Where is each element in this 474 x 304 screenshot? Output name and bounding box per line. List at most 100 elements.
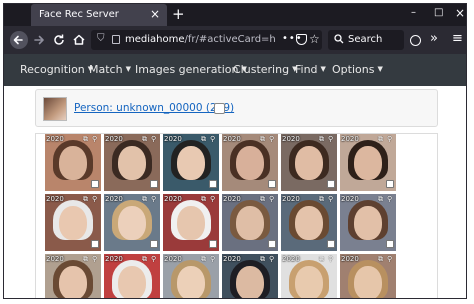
zoom-icon[interactable]: ⚲	[210, 195, 215, 203]
face-thumbnail[interactable]: 2020 ⧉ ⚲	[340, 254, 396, 298]
url-bar[interactable]: ⛉ mediahome/fr/#activeCard=headi ••• ☆	[91, 30, 322, 50]
nav-match[interactable]: Match ▼	[89, 63, 131, 76]
search-placeholder: Search	[348, 34, 383, 45]
person-avatar[interactable]	[43, 97, 67, 121]
face-thumbnail[interactable]: 2020 ⧉ ⚲	[104, 194, 160, 251]
zoom-icon[interactable]: ⚲	[387, 135, 392, 143]
zoom-icon[interactable]: ⚲	[328, 195, 333, 203]
account-icon[interactable]	[410, 35, 421, 46]
face-thumbnail[interactable]: 2020 ⧉ ⚲	[45, 194, 101, 251]
zoom-icon[interactable]: ⚲	[151, 255, 156, 263]
overflow-button[interactable]: »	[430, 31, 438, 46]
zoom-icon[interactable]: ⚲	[210, 135, 215, 143]
zoom-icon[interactable]: ⚲	[269, 195, 274, 203]
thumbnail-checkbox[interactable]	[386, 180, 394, 188]
thumbnail-checkbox[interactable]	[327, 240, 335, 248]
menu-button[interactable]: ≡	[452, 31, 463, 46]
zoom-icon[interactable]: ⚲	[328, 135, 333, 143]
person-select-checkbox[interactable]	[214, 103, 225, 114]
face-thumbnail[interactable]: 2020 ⧉ ⚲	[104, 134, 160, 191]
zoom-icon[interactable]: ⚲	[151, 195, 156, 203]
face-thumbnail[interactable]: 2020 ⧉ ⚲	[45, 254, 101, 298]
open-external-icon[interactable]: ⧉	[83, 195, 88, 204]
face-thumbnail[interactable]: 2020 ⧉ ⚲	[281, 194, 337, 251]
thumbnail-checkbox[interactable]	[209, 180, 217, 188]
tab-face-rec-server[interactable]: Face Rec Server ×	[31, 4, 167, 26]
zoom-icon[interactable]: ⚲	[269, 135, 274, 143]
url-text[interactable]: mediahome/fr/#activeCard=headi	[125, 34, 275, 45]
forward-button[interactable]	[30, 31, 48, 49]
close-window-button[interactable]: ×	[455, 6, 465, 20]
zoom-icon[interactable]: ⚲	[92, 195, 97, 203]
nav-images-generation[interactable]: Images generation ▼	[135, 63, 247, 76]
search-box[interactable]: Search	[328, 30, 404, 50]
thumbnail-checkbox[interactable]	[91, 240, 99, 248]
zoom-icon[interactable]: ⚲	[269, 255, 274, 263]
zoom-icon[interactable]: ⚲	[387, 255, 392, 263]
face-shape	[295, 266, 323, 298]
face-thumbnail[interactable]: 2020 ⧉ ⚲	[340, 134, 396, 191]
face-thumbnail[interactable]: 2020 ⧉ ⚲	[340, 194, 396, 251]
thumbnail-checkbox[interactable]	[209, 240, 217, 248]
face-thumbnail[interactable]: 2020 ⧉ ⚲	[163, 194, 219, 251]
open-external-icon[interactable]: ⧉	[319, 135, 324, 144]
pocket-icon[interactable]	[296, 34, 307, 45]
zoom-icon[interactable]: ⚲	[328, 255, 333, 263]
new-tab-button[interactable]: +	[172, 5, 185, 23]
nav-find[interactable]: Find ▼	[295, 63, 326, 76]
maximize-button[interactable]: □	[434, 7, 443, 18]
minimize-button[interactable]: –	[411, 7, 416, 18]
bookmark-star-icon[interactable]: ☆	[309, 32, 320, 46]
open-external-icon[interactable]: ⧉	[83, 255, 88, 264]
zoom-icon[interactable]: ⚲	[210, 255, 215, 263]
thumbnail-checkbox[interactable]	[327, 180, 335, 188]
nav-clustering[interactable]: Clustering ▼	[233, 63, 297, 76]
back-button[interactable]	[10, 31, 28, 49]
open-external-icon[interactable]: ⧉	[201, 135, 206, 144]
open-external-icon[interactable]: ⧉	[83, 135, 88, 144]
face-thumbnail[interactable]: 2020 ⧉ ⚲	[45, 134, 101, 191]
face-thumbnail[interactable]: 2020 ⧉ ⚲	[281, 254, 337, 298]
back-arrow-icon	[13, 35, 23, 45]
face-thumbnail[interactable]: 2020 ⧉ ⚲	[163, 134, 219, 191]
open-external-icon[interactable]: ⧉	[319, 195, 324, 204]
thumbnail-checkbox[interactable]	[386, 240, 394, 248]
thumbnail-checkbox[interactable]	[268, 240, 276, 248]
open-external-icon[interactable]: ⧉	[260, 195, 265, 204]
face-thumbnail[interactable]: 2020 ⧉ ⚲	[281, 134, 337, 191]
open-external-icon[interactable]: ⧉	[142, 195, 147, 204]
zoom-icon[interactable]: ⚲	[92, 135, 97, 143]
zoom-icon[interactable]: ⚲	[92, 255, 97, 263]
face-thumbnail[interactable]: 2020 ⧉ ⚲	[222, 194, 278, 251]
reload-button[interactable]	[50, 31, 68, 49]
open-external-icon[interactable]: ⧉	[142, 135, 147, 144]
person-link[interactable]: Person: unknown_00000 (209)	[74, 102, 234, 114]
open-external-icon[interactable]: ⧉	[142, 255, 147, 264]
lock-icon[interactable]	[112, 35, 120, 44]
open-external-icon[interactable]: ⧉	[378, 195, 383, 204]
thumbnail-checkbox[interactable]	[150, 240, 158, 248]
page-content: Person: unknown_00000 (209) 2020 ⧉ ⚲ 2020 ⧉ ⚲…	[4, 86, 466, 298]
open-external-icon[interactable]: ⧉	[260, 135, 265, 144]
face-thumbnail[interactable]: 2020 ⧉ ⚲	[222, 254, 278, 298]
face-thumbnail[interactable]: 2020 ⧉ ⚲	[104, 254, 160, 298]
thumbnail-year: 2020	[46, 255, 64, 263]
open-external-icon[interactable]: ⧉	[319, 255, 324, 264]
zoom-icon[interactable]: ⚲	[151, 135, 156, 143]
open-external-icon[interactable]: ⧉	[201, 255, 206, 264]
nav-recognition[interactable]: Recognition ▼	[20, 63, 93, 76]
open-external-icon[interactable]: ⧉	[378, 255, 383, 264]
open-external-icon[interactable]: ⧉	[378, 135, 383, 144]
close-tab-icon[interactable]: ×	[150, 7, 160, 21]
thumbnail-checkbox[interactable]	[91, 180, 99, 188]
zoom-icon[interactable]: ⚲	[387, 195, 392, 203]
thumbnail-checkbox[interactable]	[150, 180, 158, 188]
thumbnail-checkbox[interactable]	[268, 180, 276, 188]
face-thumbnail[interactable]: 2020 ⧉ ⚲	[163, 254, 219, 298]
shield-icon[interactable]: ⛉	[97, 33, 105, 44]
nav-options[interactable]: Options ▼	[332, 63, 383, 76]
home-button[interactable]	[70, 31, 88, 49]
open-external-icon[interactable]: ⧉	[260, 255, 265, 264]
face-thumbnail[interactable]: 2020 ⧉ ⚲	[222, 134, 278, 191]
open-external-icon[interactable]: ⧉	[201, 195, 206, 204]
